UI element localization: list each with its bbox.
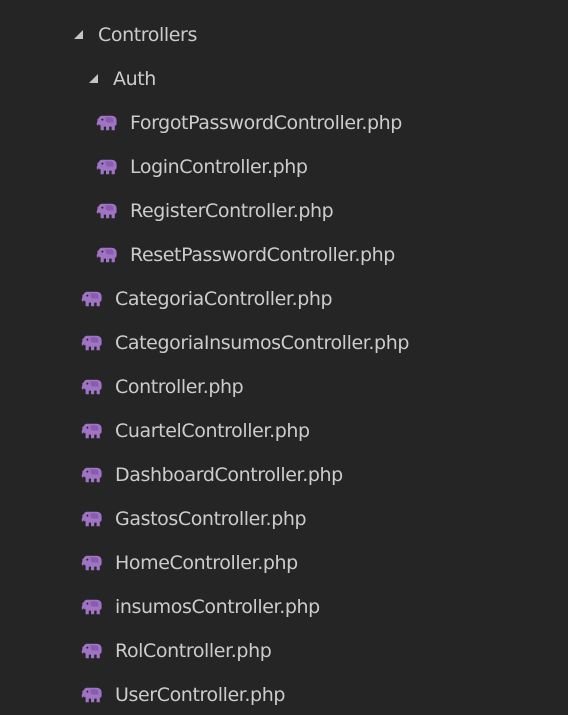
file-label: RolController.php (115, 639, 272, 662)
file-label: DashboardController.php (115, 463, 343, 486)
tree-file[interactable]: UserController.php (0, 673, 568, 715)
php-elephant-icon (81, 291, 103, 307)
folder-label: Controllers (98, 23, 197, 46)
tree-file[interactable]: GastosController.php (0, 497, 568, 540)
php-elephant-icon (96, 203, 118, 219)
tree-file[interactable]: RegisterController.php (0, 189, 568, 232)
tree-file[interactable]: ForgotPasswordController.php (0, 101, 568, 144)
file-explorer-tree: Controllers Auth ForgotPasswordControlle… (0, 0, 568, 715)
chevron-expanded-icon[interactable] (89, 74, 98, 83)
php-elephant-icon (81, 379, 103, 395)
php-elephant-icon (81, 423, 103, 439)
file-label: ResetPasswordController.php (130, 243, 395, 266)
file-label: ForgotPasswordController.php (130, 111, 402, 134)
tree-file[interactable]: CuartelController.php (0, 409, 568, 452)
file-label: HomeController.php (115, 551, 298, 574)
php-elephant-icon (81, 335, 103, 351)
tree-file[interactable]: RolController.php (0, 629, 568, 672)
file-label: CategoriaInsumosController.php (115, 331, 410, 354)
php-elephant-icon (96, 247, 118, 263)
php-elephant-icon (81, 555, 103, 571)
tree-folder-controllers[interactable]: Controllers (0, 13, 568, 56)
php-elephant-icon (96, 159, 118, 175)
file-label: Controller.php (115, 375, 244, 398)
tree-folder-auth[interactable]: Auth (0, 57, 568, 100)
php-elephant-icon (81, 643, 103, 659)
file-label: LoginController.php (130, 155, 308, 178)
tree-file[interactable]: LoginController.php (0, 145, 568, 188)
php-elephant-icon (81, 511, 103, 527)
file-label: CategoriaController.php (115, 287, 333, 310)
chevron-expanded-icon[interactable] (74, 30, 83, 39)
tree-file[interactable]: insumosController.php (0, 585, 568, 628)
tree-file[interactable]: CategoriaInsumosController.php (0, 321, 568, 364)
tree-file[interactable]: Controller.php (0, 365, 568, 408)
file-label: UserController.php (115, 683, 286, 706)
php-elephant-icon (81, 687, 103, 703)
folder-label: Auth (113, 67, 156, 90)
php-elephant-icon (81, 467, 103, 483)
tree-file[interactable]: ResetPasswordController.php (0, 233, 568, 276)
file-label: insumosController.php (115, 595, 320, 618)
tree-file[interactable]: CategoriaController.php (0, 277, 568, 320)
php-elephant-icon (81, 599, 103, 615)
tree-file[interactable]: HomeController.php (0, 541, 568, 584)
file-label: GastosController.php (115, 507, 307, 530)
file-label: CuartelController.php (115, 419, 310, 442)
file-label: RegisterController.php (130, 199, 334, 222)
php-elephant-icon (96, 115, 118, 131)
tree-file[interactable]: DashboardController.php (0, 453, 568, 496)
